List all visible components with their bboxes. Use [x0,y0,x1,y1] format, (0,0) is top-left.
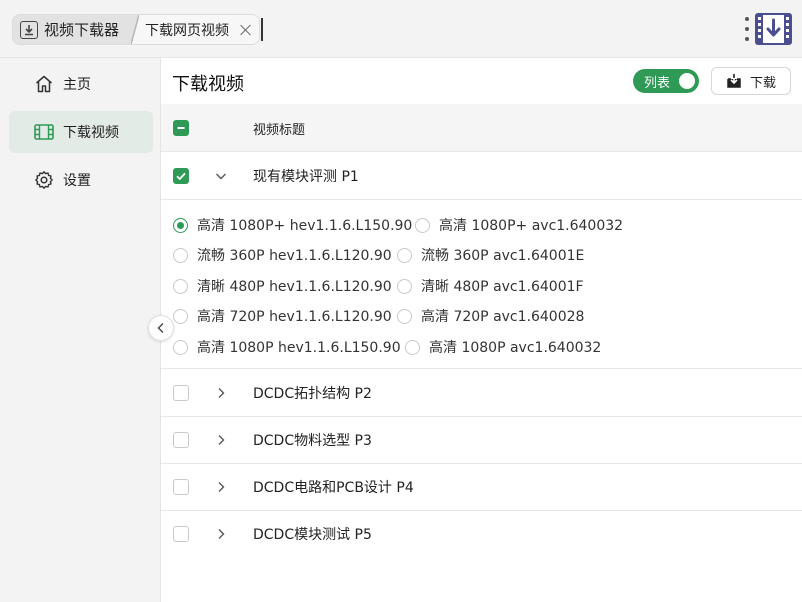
option-label: 高清 1080P+ avc1.640032 [439,218,624,234]
download-box-icon [20,20,38,39]
list-view-toggle[interactable]: 列表 [633,69,699,93]
table-row[interactable]: DCDC物料选型 P3 [161,416,802,464]
chevron-right-icon[interactable] [213,385,229,401]
radio [397,278,412,294]
download-icon [727,74,741,88]
option-label: 高清 720P hev1.1.6.L120.90 [197,309,392,325]
quality-options: 高清 1080P+ hev1.1.6.L150.90 高清 1080P+ avc… [161,200,802,369]
radio [173,308,188,324]
quality-option[interactable]: 清晰 480P avc1.64001F [397,276,584,296]
column-header-title: 视频标题 [253,123,306,138]
gear-icon [33,169,55,191]
radio [173,278,188,294]
row-title: DCDC物料选型 P3 [253,433,372,449]
quality-option[interactable]: 高清 1080P+ avc1.640032 [415,215,623,235]
row-checkbox[interactable] [173,385,189,401]
close-icon[interactable] [239,23,253,37]
quality-option[interactable]: 高清 720P hev1.1.6.L120.90 [173,306,392,326]
radio [173,247,188,263]
option-label: 流畅 360P hev1.1.6.L120.90 [197,248,392,264]
row-title: DCDC电路和PCB设计 P4 [253,480,414,496]
tab-label: 下载网页视频 [145,22,229,39]
option-label: 清晰 480P avc1.64001F [421,279,584,295]
main-panel: 下载视频 列表 下载 视频标题 现有模块评测 P1 高清 1080P+ hev1… [161,58,802,602]
radio [397,247,412,263]
row-title: DCDC模块测试 P5 [253,527,372,543]
table-row[interactable]: 现有模块评测 P1 [161,152,802,200]
chevron-right-icon[interactable] [213,526,229,542]
chevron-right-icon[interactable] [213,432,229,448]
row-checkbox[interactable] [173,432,189,448]
row-checkbox[interactable] [173,168,189,184]
download-button[interactable]: 下载 [711,67,791,95]
sidebar-item-settings[interactable]: 设置 [9,159,153,201]
option-label: 流畅 360P avc1.64001E [421,248,585,264]
option-label: 高清 720P avc1.640028 [421,309,585,325]
radio [415,217,430,233]
indeterminate-icon [177,127,185,129]
option-label: 高清 1080P+ hev1.1.6.L150.90 [197,218,413,234]
chevron-left-icon [157,323,164,333]
check-icon [176,172,186,181]
sidebar-item-label: 主页 [63,77,91,93]
option-label: 高清 1080P avc1.640032 [429,340,602,356]
row-checkbox[interactable] [173,526,189,542]
title-bar: 视频下载器 下载网页视频 [0,0,802,58]
quality-option[interactable]: 流畅 360P hev1.1.6.L120.90 [173,245,392,265]
table-header: 视频标题 [161,104,802,152]
app-title: 视频下载器 [44,21,120,39]
radio-selected [173,217,188,233]
row-title: 现有模块评测 P1 [253,169,359,185]
table-row[interactable]: DCDC电路和PCB设计 P4 [161,463,802,511]
chevron-right-icon[interactable] [213,479,229,495]
sidebar: 主页 下载视频 设置 [0,58,161,602]
sidebar-item-label: 设置 [63,173,91,189]
quality-option[interactable]: 高清 720P avc1.640028 [397,306,584,326]
sidebar-item-download-video[interactable]: 下载视频 [9,111,153,153]
select-all-checkbox[interactable] [173,120,189,136]
sidebar-item-label: 下载视频 [63,125,119,141]
radio [405,339,420,355]
chevron-down-icon[interactable] [213,168,229,184]
toggle-knob [679,73,695,89]
row-checkbox[interactable] [173,479,189,495]
sidebar-item-home[interactable]: 主页 [9,63,153,105]
download-label: 下载 [749,75,776,91]
quality-option[interactable]: 流畅 360P avc1.64001E [397,245,584,265]
quality-option[interactable]: 高清 1080P+ hev1.1.6.L150.90 [173,215,412,235]
option-label: 高清 1080P hev1.1.6.L150.90 [197,340,401,356]
tab-download-web-video[interactable]: 下载网页视频 [139,15,259,44]
more-menu-icon[interactable] [744,17,750,41]
quality-option[interactable]: 高清 1080P avc1.640032 [405,337,601,357]
radio [173,339,188,355]
quality-option[interactable]: 高清 1080P hev1.1.6.L150.90 [173,337,401,357]
table-row[interactable]: DCDC拓扑结构 P2 [161,369,802,417]
toggle-label: 列表 [644,76,671,91]
home-icon [33,73,55,95]
tab-app[interactable]: 视频下载器 [13,15,131,44]
table-row[interactable]: DCDC模块测试 P5 [161,510,802,558]
radio [397,308,412,324]
row-title: DCDC拓扑结构 P2 [253,386,372,402]
text-cursor [261,18,263,41]
tab-separator [131,15,139,44]
film-download-icon[interactable] [755,13,792,45]
film-icon [33,121,55,143]
page-title: 下载视频 [172,74,244,95]
quality-option[interactable]: 清晰 480P hev1.1.6.L120.90 [173,276,392,296]
collapse-sidebar-button[interactable] [148,315,174,341]
tab-strip: 视频下载器 下载网页视频 [12,14,260,45]
option-label: 清晰 480P hev1.1.6.L120.90 [197,279,392,295]
